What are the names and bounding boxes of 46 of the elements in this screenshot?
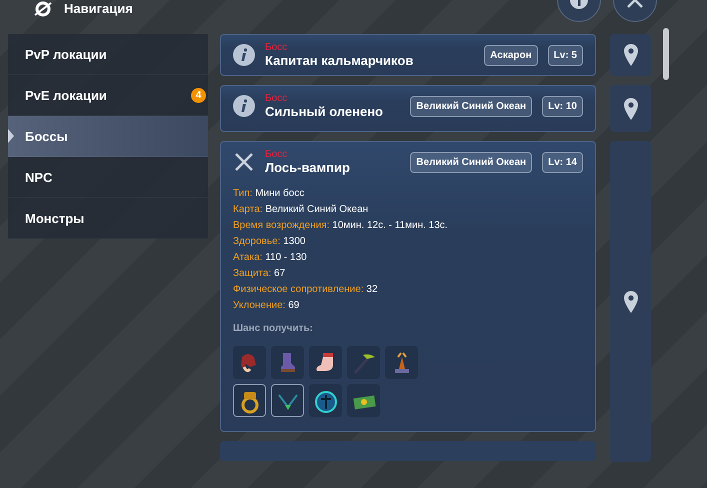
stat-line: Время возрождения: 10мин. 12с. - 11мин. 13с.	[233, 220, 449, 231]
stat-line: Здоровье: 1300	[233, 236, 306, 247]
level-tag: Lv: 5	[548, 44, 583, 66]
location-tag: Великий Синий Океан	[410, 152, 532, 172]
item-slot[interactable]	[347, 384, 380, 417]
stat-line: Атака: 110 - 130	[233, 252, 308, 263]
count-badge: 4	[191, 88, 206, 102]
map-pin-icon	[622, 96, 638, 120]
info-icon[interactable]	[233, 95, 255, 117]
boss-card[interactable]: Босс Капитан кальмарчиков Аскарон Lv: 5	[220, 34, 596, 76]
close-icon[interactable]	[233, 151, 255, 173]
item-slot[interactable]	[309, 346, 342, 379]
boss-category: Босс	[265, 149, 288, 160]
info-icon[interactable]	[233, 44, 255, 66]
panel-title: Навигация	[64, 0, 133, 16]
drops-label: Шанс получить:	[233, 323, 314, 334]
stat-line: Тип: Мини босс	[233, 188, 306, 199]
stat-line: Карта: Великий Синий Океан	[233, 204, 370, 215]
item-slot[interactable]	[233, 384, 266, 417]
map-pin-icon	[622, 290, 638, 314]
level-tag: Lv: 14	[542, 152, 583, 172]
level-tag: Lv: 10	[542, 96, 583, 116]
boss-card[interactable]: Босс Сильный оленено Великий Синий Океан Lv: 10	[220, 85, 596, 132]
sidebar-item[interactable]: NPC	[8, 157, 208, 198]
item-slot[interactable]	[233, 346, 266, 379]
boss-name: Сильный оленено	[265, 104, 384, 119]
sidebar-item[interactable]: PvP локации	[8, 34, 208, 75]
boss-name: Капитан кальмарчиков	[265, 53, 414, 68]
boss-category: Босс	[265, 93, 288, 104]
sidebar-item[interactable]: Монстры	[8, 198, 208, 239]
stat-line: Физическое сопротивление: 32	[233, 284, 379, 295]
map-pin-icon	[622, 43, 638, 67]
location-tag: Великий Синий Океан	[410, 96, 532, 116]
stat-line: Уклонение: 69	[233, 300, 300, 311]
map-pin-button[interactable]	[610, 34, 651, 76]
sidebar-item[interactable]: Боссы	[8, 116, 208, 157]
item-slot[interactable]	[309, 384, 342, 417]
stat-line: Защита: 67	[233, 268, 286, 279]
item-slot[interactable]	[271, 384, 304, 417]
boss-category: Босс	[265, 42, 288, 53]
item-slot[interactable]	[347, 346, 380, 379]
boss-name: Лось-вампир	[265, 160, 351, 175]
boss-card[interactable]	[220, 141, 596, 432]
map-pin-button[interactable]	[610, 85, 651, 132]
location-tag: Аскарон	[484, 44, 538, 66]
scrollbar-thumb[interactable]	[663, 28, 669, 80]
